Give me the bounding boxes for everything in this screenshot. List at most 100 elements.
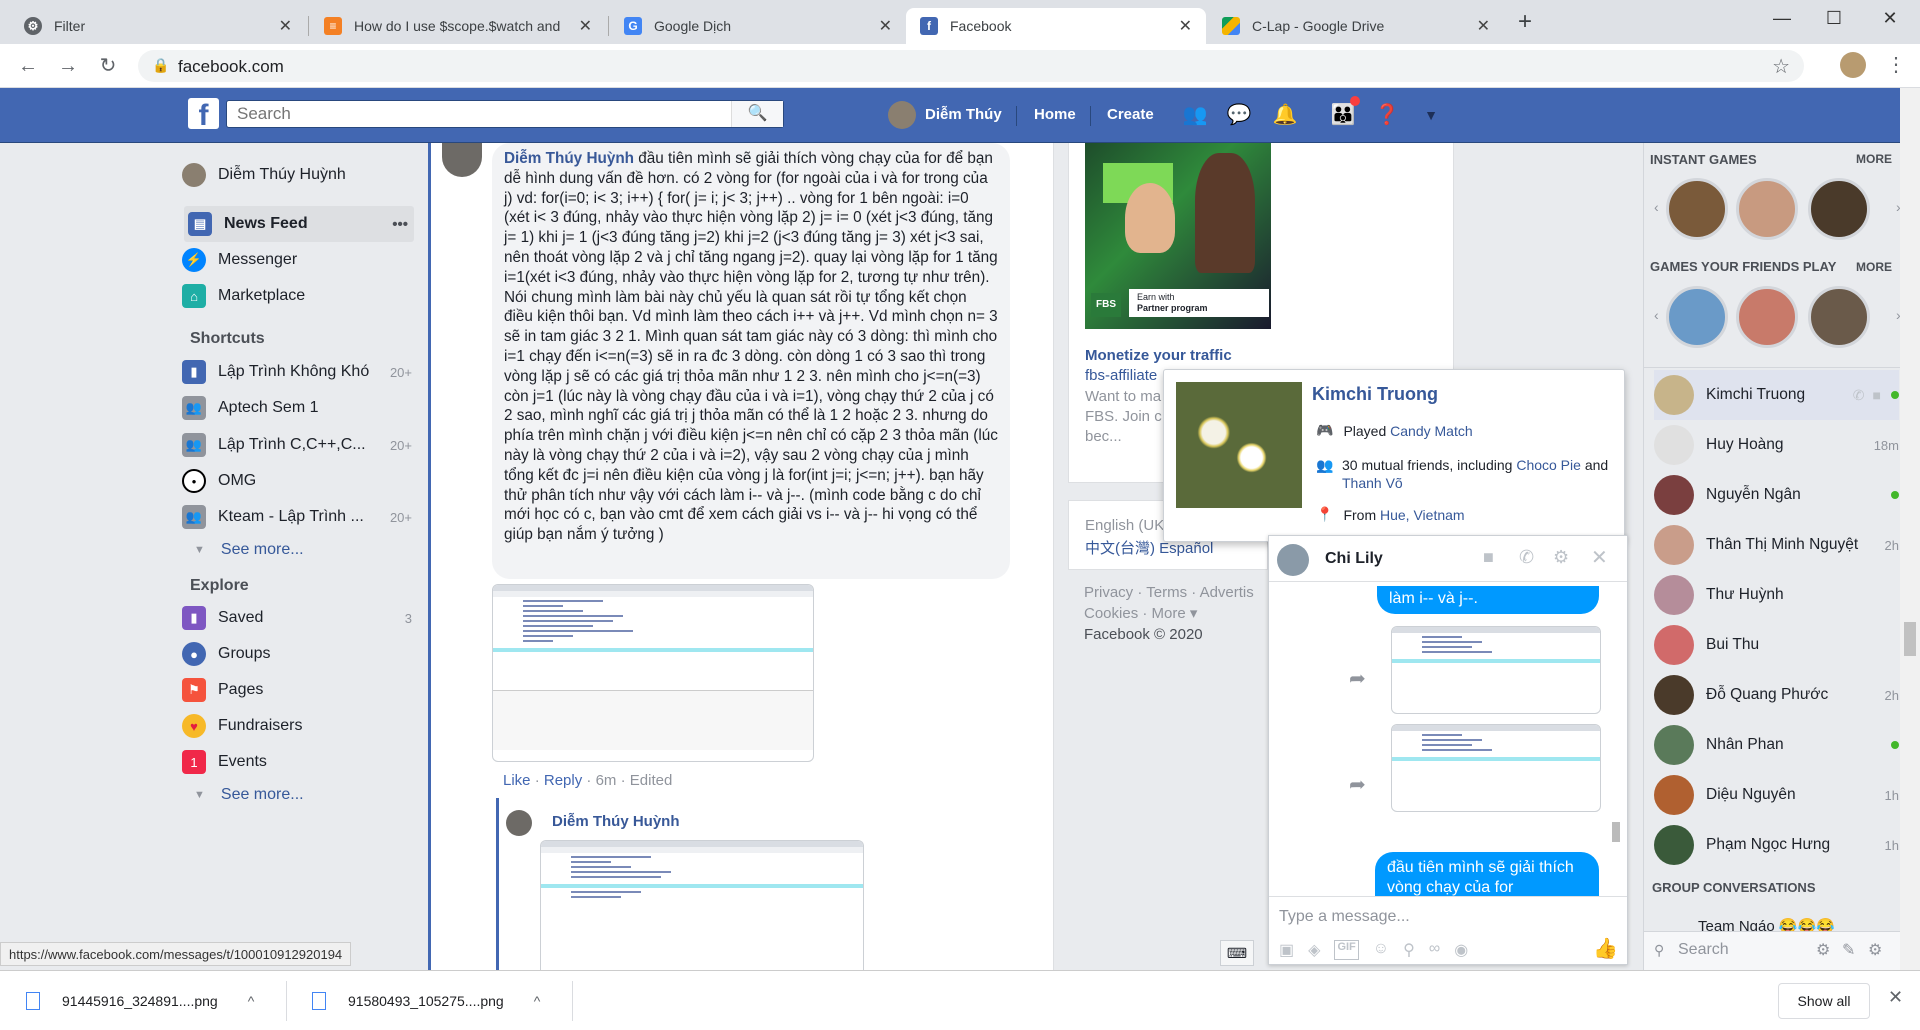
account-menu-icon[interactable]: ▼: [1418, 102, 1444, 128]
ad-domain[interactable]: fbs-affiliate: [1085, 367, 1157, 384]
instant-games-more[interactable]: MORE: [1856, 152, 1892, 166]
location-link[interactable]: Hue, Vietnam: [1380, 507, 1465, 523]
ad-title[interactable]: Monetize your traffic: [1085, 347, 1232, 364]
scroll-thumb[interactable]: [1612, 822, 1620, 842]
contact-item[interactable]: Nhân Phan: [1654, 720, 1899, 770]
avatar[interactable]: [888, 101, 916, 129]
menu-icon[interactable]: ⋮: [1886, 52, 1906, 77]
facebook-logo-icon[interactable]: f: [188, 98, 219, 129]
game-thumbnail[interactable]: [1808, 286, 1870, 348]
game-thumbnail[interactable]: [1736, 178, 1798, 240]
browser-tab-google-drive[interactable]: C-Lap - Google Drive ✕: [1208, 8, 1504, 44]
game-thumbnail[interactable]: [1808, 178, 1870, 240]
new-tab-button[interactable]: +: [1518, 8, 1532, 36]
reply-author[interactable]: Diễm Thúy Huỳnh: [552, 813, 680, 830]
scroll-thumb[interactable]: [1904, 622, 1916, 656]
contact-item[interactable]: Thân Thị Minh Nguyệt 2h: [1654, 520, 1899, 570]
explore-item-groups[interactable]: ● Groups: [182, 636, 412, 672]
download-item[interactable]: 91580493_105275....png ^: [312, 985, 540, 1017]
mutual-friend-link[interactable]: Choco Pie: [1516, 457, 1581, 473]
game-thumbnail[interactable]: [1666, 178, 1728, 240]
close-tab-icon[interactable]: ✕: [279, 16, 292, 36]
forward-icon[interactable]: →: [54, 52, 82, 80]
game-thumbnail[interactable]: [1736, 286, 1798, 348]
shortcut-item[interactable]: 👥 Lập Trình C,C++,C... 20+: [182, 427, 412, 463]
page-scrollbar[interactable]: [1900, 88, 1920, 970]
attachment-icon[interactable]: ⚲: [1403, 940, 1415, 960]
avatar[interactable]: [506, 810, 532, 836]
chevron-up-icon[interactable]: ^: [534, 993, 541, 1009]
comment-attachment-image[interactable]: [492, 584, 814, 762]
contact-item[interactable]: Thư Huỳnh: [1654, 570, 1899, 620]
reload-icon[interactable]: ↻: [94, 52, 122, 80]
messenger-icon[interactable]: 💬: [1226, 102, 1252, 128]
group-conversation-name[interactable]: Team Ngáo 😂😂😂: [1698, 917, 1835, 931]
sidebar-search-input[interactable]: Search: [1678, 941, 1729, 959]
photo-icon[interactable]: ▣: [1279, 940, 1294, 960]
more-options-icon[interactable]: •••: [392, 216, 408, 233]
chevron-up-icon[interactable]: ^: [248, 993, 255, 1009]
sidebar-item-messenger[interactable]: ⚡ Messenger: [182, 242, 412, 278]
profile-link[interactable]: Diễm Thúy Huỳnh: [182, 157, 412, 193]
link-icon[interactable]: ∞: [1429, 940, 1440, 960]
share-icon[interactable]: ➦: [1349, 666, 1366, 691]
video-call-icon[interactable]: ■: [1873, 387, 1881, 403]
sticker-icon[interactable]: ◈: [1308, 940, 1320, 960]
minimize-icon[interactable]: —: [1762, 8, 1802, 32]
shortcut-item[interactable]: • OMG: [182, 463, 412, 499]
browser-tab-stackoverflow[interactable]: ≡ How do I use $scope.$watch and ✕: [310, 8, 606, 44]
avatar[interactable]: [1277, 544, 1309, 576]
ad-image[interactable]: Earn with Partner program FBS: [1085, 143, 1271, 329]
sidebar-item-news-feed[interactable]: ▤ News Feed •••: [184, 206, 414, 242]
language-current[interactable]: English (UK): [1085, 517, 1169, 534]
explore-item-pages[interactable]: ⚑ Pages: [182, 672, 412, 708]
gear-icon[interactable]: ⚙: [1816, 940, 1830, 960]
back-icon[interactable]: ←: [14, 52, 42, 80]
contact-item[interactable]: Diệu Nguyên 1h: [1654, 770, 1899, 820]
sidebar-item-marketplace[interactable]: ⌂ Marketplace: [182, 278, 412, 314]
emoji-icon[interactable]: ☺: [1373, 940, 1389, 960]
bookmark-star-icon[interactable]: ☆: [1772, 54, 1790, 79]
browser-tab-filter[interactable]: ⚙ Filter ✕: [10, 8, 306, 44]
hovercard-photo[interactable]: [1176, 382, 1302, 508]
see-more-shortcuts[interactable]: ▼ See more...: [194, 541, 304, 559]
maximize-icon[interactable]: ☐: [1814, 8, 1854, 32]
address-bar[interactable]: 🔒 facebook.com ☆: [138, 50, 1804, 82]
close-icon[interactable]: ✕: [1888, 987, 1903, 1008]
share-icon[interactable]: ➦: [1349, 772, 1366, 797]
gear-icon[interactable]: ⚙: [1553, 547, 1569, 568]
notifications-icon[interactable]: 🔔: [1272, 102, 1298, 128]
close-window-icon[interactable]: ✕: [1870, 8, 1910, 32]
quick-help-icon[interactable]: 👪: [1330, 102, 1356, 128]
profile-link[interactable]: Diễm Thúy: [925, 106, 1002, 123]
close-icon[interactable]: ✕: [1591, 545, 1608, 570]
contact-item[interactable]: Huy Hoàng 18m: [1654, 420, 1899, 470]
chat-scrollbar[interactable]: [1609, 586, 1623, 886]
game-link[interactable]: Candy Match: [1390, 423, 1472, 439]
like-icon[interactable]: 👍: [1593, 936, 1618, 961]
comment-time[interactable]: 6m: [596, 772, 617, 789]
profile-avatar[interactable]: [1840, 52, 1866, 78]
browser-tab-google-translate[interactable]: G Google Dịch ✕: [610, 8, 906, 44]
friend-requests-icon[interactable]: 👥: [1182, 102, 1208, 128]
contact-item[interactable]: Phạm Ngọc Hưng 1h: [1654, 820, 1899, 870]
close-tab-icon[interactable]: ✕: [1477, 16, 1490, 36]
contact-item[interactable]: Kimchi Truong ✆ ■: [1654, 370, 1899, 420]
camera-icon[interactable]: ◉: [1454, 940, 1468, 960]
chat-image-attachment[interactable]: [1391, 626, 1601, 714]
contact-item[interactable]: Bui Thu: [1654, 620, 1899, 670]
close-tab-icon[interactable]: ✕: [1179, 16, 1192, 36]
chevron-left-icon[interactable]: ‹: [1654, 307, 1659, 323]
chat-name[interactable]: Chi Lily: [1325, 550, 1383, 568]
create-link[interactable]: Create: [1107, 106, 1154, 123]
gif-icon[interactable]: GIF: [1334, 940, 1359, 960]
options-icon[interactable]: ⚙: [1868, 940, 1882, 960]
message-input[interactable]: Type a message...: [1279, 908, 1410, 926]
video-call-icon[interactable]: ■: [1483, 547, 1494, 568]
mutual-friend-link[interactable]: Thanh Võ: [1342, 475, 1403, 491]
close-tab-icon[interactable]: ✕: [579, 16, 592, 36]
shortcut-item[interactable]: 👥 Aptech Sem 1: [182, 390, 412, 426]
footer-links[interactable]: Cookies · More ▾: [1084, 604, 1197, 622]
friends-games-more[interactable]: MORE: [1856, 260, 1892, 274]
explore-item-saved[interactable]: ▮ Saved 3: [182, 600, 412, 636]
